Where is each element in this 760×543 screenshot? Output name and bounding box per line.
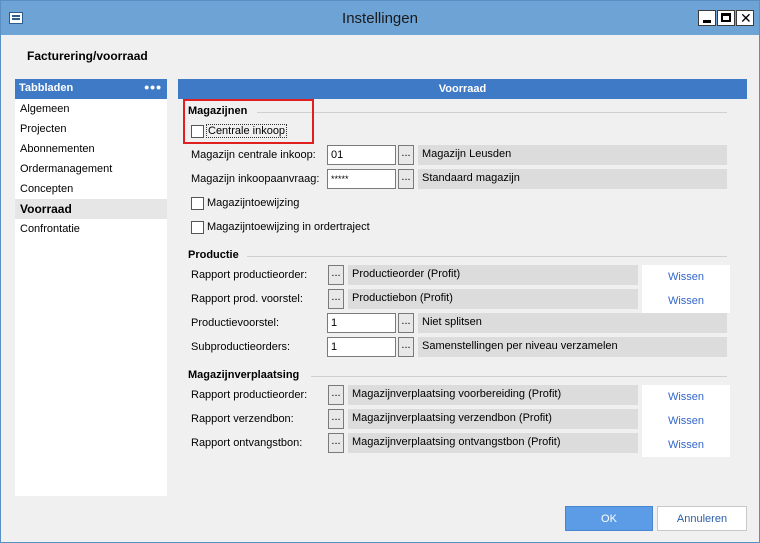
group-divider: [247, 256, 727, 257]
productievoorstel-label: Productievoorstel:: [191, 317, 280, 329]
window-title: Instellingen: [342, 10, 418, 27]
rapport-prod-voorstel-value: Productiebon (Profit): [348, 289, 638, 309]
mv-rapport-productieorder-label: Rapport productieorder:: [191, 389, 308, 401]
settings-window: Instellingen ✕ Facturering/voorraad Tabb…: [0, 0, 760, 543]
tabs-sidebar: Tabbladen ••• Algemeen Projecten Abonnem…: [15, 79, 167, 496]
sidebar-header-label: Tabbladen: [19, 82, 74, 94]
mv-rapport-productieorder-value: Magazijnverplaatsing voorbereiding (Prof…: [348, 385, 638, 405]
sidebar-header: Tabbladen •••: [15, 79, 167, 99]
mv-rapport-productieorder-lookup-button[interactable]: ...: [328, 385, 344, 405]
group-title-magazijnverplaatsing: Magazijnverplaatsing: [188, 369, 300, 381]
sidebar-item-abonnementen[interactable]: Abonnementen: [15, 139, 167, 159]
productievoorstel-lookup-button[interactable]: ...: [398, 313, 414, 333]
sidebar-item-voorraad[interactable]: Voorraad: [15, 199, 167, 219]
rapport-verzendbon-lookup-button[interactable]: ...: [328, 409, 344, 429]
close-button[interactable]: ✕: [736, 10, 754, 26]
rapport-prod-voorstel-label: Rapport prod. voorstel:: [191, 293, 303, 305]
rapport-productieorder-lookup-button[interactable]: ...: [328, 265, 344, 285]
page-title: Facturering/voorraad: [27, 49, 148, 63]
sidebar-item-projecten[interactable]: Projecten: [15, 119, 167, 139]
subproductieorders-lookup-button[interactable]: ...: [398, 337, 414, 357]
rapport-ontvangstbon-value: Magazijnverplaatsing ontvangstbon (Profi…: [348, 433, 638, 453]
panel-header: Voorraad: [178, 79, 747, 99]
subproductieorders-label: Subproductieorders:: [191, 341, 291, 353]
group-divider: [257, 112, 727, 113]
cancel-button[interactable]: Annuleren: [657, 506, 747, 531]
maximize-button[interactable]: [717, 10, 735, 26]
wissen-rapport-productieorder-link[interactable]: Wissen: [642, 271, 730, 283]
minimize-button[interactable]: [698, 10, 716, 26]
rapport-productieorder-value: Productieorder (Profit): [348, 265, 638, 285]
magazijntoewijzing-label[interactable]: Magazijntoewijzing: [207, 197, 299, 209]
more-options-icon[interactable]: •••: [144, 79, 162, 95]
magazijn-inkoopaanvraag-input[interactable]: *****: [327, 169, 396, 189]
subproductieorders-description: Samenstellingen per niveau verzamelen: [418, 337, 727, 357]
wissen-rapport-prod-voorstel-link[interactable]: Wissen: [642, 295, 730, 307]
sidebar-item-concepten[interactable]: Concepten: [15, 179, 167, 199]
sidebar-item-confrontatie[interactable]: Confrontatie: [15, 219, 167, 239]
magazijn-inkoopaanvraag-lookup-button[interactable]: ...: [398, 169, 414, 189]
sidebar-item-algemeen[interactable]: Algemeen: [15, 99, 167, 119]
rapport-productieorder-label: Rapport productieorder:: [191, 269, 308, 281]
magazijn-inkoopaanvraag-description: Standaard magazijn: [418, 169, 727, 189]
magazijntoewijzing-ordertraject-label[interactable]: Magazijntoewijzing in ordertraject: [207, 221, 370, 233]
wissen-mv-rapport-productieorder-link[interactable]: Wissen: [642, 391, 730, 403]
productievoorstel-input[interactable]: 1: [327, 313, 396, 333]
magazijntoewijzing-checkbox[interactable]: [191, 197, 204, 210]
highlight-annotation: [183, 99, 314, 144]
magazijn-centrale-inkoop-lookup-button[interactable]: ...: [398, 145, 414, 165]
magazijn-centrale-inkoop-description: Magazijn Leusden: [418, 145, 727, 165]
title-bar[interactable]: Instellingen ✕: [1, 1, 759, 35]
subproductieorders-input[interactable]: 1: [327, 337, 396, 357]
rapport-ontvangstbon-lookup-button[interactable]: ...: [328, 433, 344, 453]
magazijn-centrale-inkoop-input[interactable]: 01: [327, 145, 396, 165]
ok-button[interactable]: OK: [565, 506, 653, 531]
magazijn-centrale-inkoop-label: Magazijn centrale inkoop:: [191, 149, 316, 161]
rapport-ontvangstbon-label: Rapport ontvangstbon:: [191, 437, 303, 449]
close-icon: ✕: [740, 10, 752, 26]
wissen-rapport-verzendbon-link[interactable]: Wissen: [642, 415, 730, 427]
sidebar-item-ordermanagement[interactable]: Ordermanagement: [15, 159, 167, 179]
rapport-verzendbon-value: Magazijnverplaatsing verzendbon (Profit): [348, 409, 638, 429]
group-divider: [311, 376, 727, 377]
wissen-rapport-ontvangstbon-link[interactable]: Wissen: [642, 439, 730, 451]
rapport-prod-voorstel-lookup-button[interactable]: ...: [328, 289, 344, 309]
group-title-productie: Productie: [188, 249, 239, 261]
magazijn-inkoopaanvraag-label: Magazijn inkoopaanvraag:: [191, 173, 320, 185]
rapport-verzendbon-label: Rapport verzendbon:: [191, 413, 294, 425]
magazijntoewijzing-ordertraject-checkbox[interactable]: [191, 221, 204, 234]
productievoorstel-description: Niet splitsen: [418, 313, 727, 333]
